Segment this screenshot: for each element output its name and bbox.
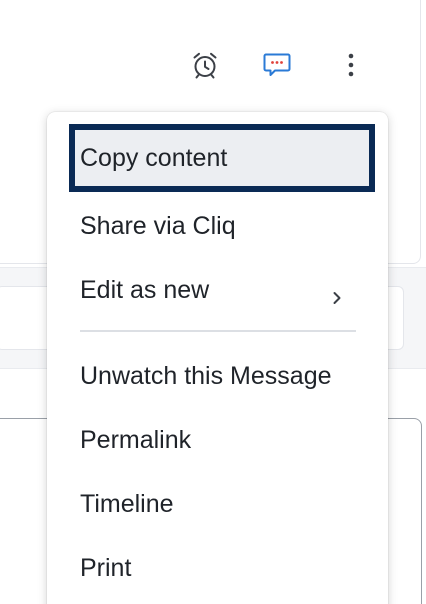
more-vertical-icon [346,52,356,78]
menu-item-edit-as-new[interactable]: Edit as new [69,262,377,318]
more-options-button[interactable] [334,48,368,82]
menu-item-permalink[interactable]: Permalink [69,412,377,468]
menu-item-print[interactable]: Print [69,540,377,596]
menu-item-label: Edit as new [80,275,210,304]
menu-item-label: Permalink [80,425,192,454]
reminder-button[interactable] [188,48,222,82]
comment-button[interactable] [260,48,294,82]
chevron-right-icon [331,283,343,304]
comment-icon [261,49,293,81]
menu-item-timeline[interactable]: Timeline [69,476,377,532]
menu-item-label: Timeline [80,489,174,518]
menu-item-copy-content[interactable]: Copy content [69,124,375,192]
menu-item-label: Print [80,553,132,582]
menu-divider [80,330,356,332]
page: Copy content Share via Cliq Edit as new … [0,0,426,604]
menu-item-unwatch-message[interactable]: Unwatch this Message [69,348,377,404]
context-menu: Copy content Share via Cliq Edit as new … [47,112,388,604]
menu-item-label: Unwatch this Message [80,361,332,390]
menu-item-share-via-cliq[interactable]: Share via Cliq [69,198,377,254]
alarm-clock-icon [190,50,220,80]
menu-item-label: Share via Cliq [80,211,236,240]
menu-item-label: Copy content [80,143,228,172]
